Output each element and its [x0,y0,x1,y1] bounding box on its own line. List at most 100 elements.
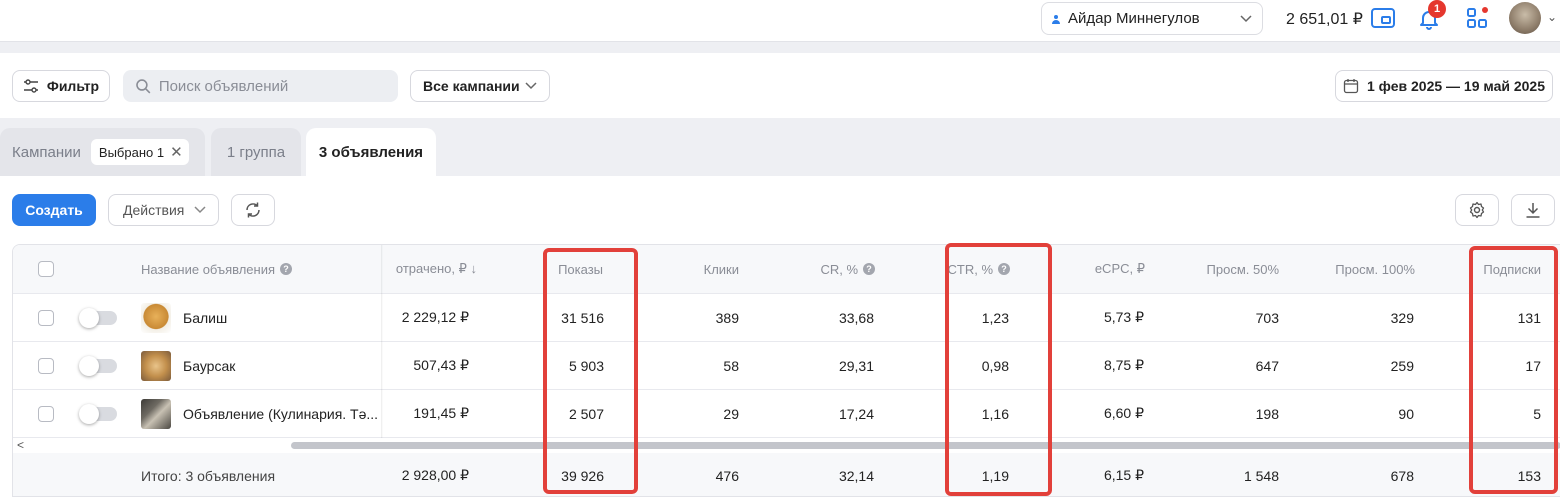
table-header-row: Название объявления? отрачено, ₽ ↓ Показ… [13,245,1560,294]
header-subscriptions[interactable]: Подписки [1443,245,1541,293]
ad-name[interactable]: Объявление (Кулинария. Тә... [183,390,378,437]
selected-chip-label: Выбрано 1 [98,144,165,160]
refresh-button[interactable] [231,194,275,226]
ads-table: Название объявления? отрачено, ₽ ↓ Показ… [12,244,1560,497]
tab-group[interactable]: 1 группа [211,128,301,176]
account-name: Айдар Миннегулов [1068,10,1200,27]
header-name-label: Название объявления [141,261,276,277]
actions-label: Действия [123,202,185,218]
header-cr[interactable]: CR, %? [773,245,875,293]
total-clicks: 476 [715,467,739,484]
calendar-icon [1343,79,1359,94]
cell-views50: 198 [1255,405,1279,422]
person-icon [1052,14,1060,24]
cell-subscriptions: 17 [1525,357,1541,374]
table-row[interactable]: Балиш 2 229,12 ₽ 31 516 389 33,68 1,23 5… [13,294,1560,342]
account-select[interactable]: Айдар Миннегулов [1041,2,1263,35]
cell-ecpc: 6,60 ₽ [1103,405,1144,421]
cell-spent: 507,43 ₽ [413,357,469,373]
cell-cr: 33,68 [838,309,874,326]
header-ctr[interactable]: CTR, %? [908,245,1010,293]
avatar[interactable] [1509,2,1541,34]
sticky-column-shadow [381,245,383,438]
header-ctr-label: CTR, % [947,261,994,277]
table-settings-button[interactable] [1455,194,1499,226]
total-cr: 32,14 [838,467,874,484]
search-input[interactable] [158,77,386,95]
ad-thumbnail [141,351,171,381]
header-views50[interactable]: Просм. 50% [1173,245,1279,293]
cell-ctr: 1,16 [981,405,1009,422]
row-checkbox[interactable] [38,358,54,374]
select-all-checkbox[interactable] [38,261,54,277]
notifications-badge: 1 [1428,0,1446,18]
cell-ecpc: 8,75 ₽ [1103,357,1144,373]
apps-indicator-dot [1482,7,1488,13]
tab-ads-label: 3 объявления [318,143,424,161]
chevron-down-icon [194,206,206,214]
scrollbar-thumb[interactable] [291,442,1560,449]
gear-icon [1469,201,1485,219]
ad-name[interactable]: Баурсак [183,342,235,389]
cell-subscriptions: 131 [1517,309,1541,326]
header-name[interactable]: Название объявления? [141,245,293,293]
tab-campaigns[interactable]: Кампании Выбрано 1 ✕ [0,128,205,176]
ad-thumbnail [141,303,171,333]
cell-spent: 2 229,12 ₽ [401,309,469,325]
help-icon[interactable]: ? [863,263,875,275]
chevron-down-icon[interactable]: ⌄ [1547,10,1557,24]
filter-button[interactable]: Фильтр [12,70,110,102]
header-views100[interactable]: Просм. 100% [1303,245,1415,293]
search-box[interactable] [123,70,398,102]
refresh-icon [246,202,260,218]
campaigns-select-value: Все кампании [423,78,520,94]
total-ctr: 1,19 [981,467,1009,484]
header-clicks[interactable]: Клики [653,245,739,293]
chevron-down-icon [1240,14,1252,22]
total-subscriptions: 153 [1517,467,1541,484]
filter-sliders-icon [23,79,38,93]
cell-clicks: 389 [715,309,739,326]
header-ecpc[interactable]: eCPC, ₽ [1053,245,1145,293]
ad-status-toggle[interactable] [79,356,117,376]
table-total-row: Итого: 3 объявления 2 928,00 ₽ 39 926 47… [13,453,1560,496]
wallet-icon[interactable] [1371,8,1395,28]
tab-ads[interactable]: 3 объявления [306,128,436,176]
header-impressions[interactable]: Показы [513,245,603,293]
cell-cr: 29,31 [838,357,874,374]
actions-button[interactable]: Действия [108,194,219,226]
help-icon[interactable]: ? [280,263,293,275]
table-row[interactable]: Баурсак 507,43 ₽ 5 903 58 29,31 0,98 8,7… [13,342,1560,390]
top-bar: Айдар Миннегулов 2 651,01 ₽ 1 ⌄ [0,0,1560,42]
header-spent[interactable]: отрачено, ₽ ↓ [383,245,477,293]
ads-panel: Создать Действия Название объявления? от… [0,176,1560,497]
date-range-button[interactable]: 1 фев 2025 — 19 май 2025 [1335,70,1553,102]
horizontal-scrollbar[interactable]: < [13,438,1560,453]
campaigns-select[interactable]: Все кампании [410,70,550,102]
total-spent: 2 928,00 ₽ [401,467,469,483]
chevron-down-icon [525,82,537,90]
cell-ecpc: 5,73 ₽ [1103,309,1144,325]
filter-label: Фильтр [46,78,100,94]
ad-name[interactable]: Балиш [183,294,227,341]
download-button[interactable] [1511,194,1555,226]
row-checkbox[interactable] [38,310,54,326]
cell-subscriptions: 5 [1533,405,1541,422]
row-checkbox[interactable] [38,406,54,422]
ad-status-toggle[interactable] [79,404,117,424]
selected-chip: Выбрано 1 ✕ [90,139,189,165]
cell-spent: 191,45 ₽ [413,405,469,421]
close-icon[interactable]: ✕ [170,143,183,161]
ad-thumbnail [141,399,171,429]
help-icon[interactable]: ? [998,263,1010,275]
create-button[interactable]: Создать [12,194,96,226]
scroll-left-arrow-icon[interactable]: < [17,438,24,452]
total-impressions: 39 926 [561,467,604,484]
table-row[interactable]: Объявление (Кулинария. Тә... 191,45 ₽ 2 … [13,390,1560,438]
cell-clicks: 58 [723,357,739,374]
cell-views50: 703 [1255,309,1279,326]
ad-status-toggle[interactable] [79,308,117,328]
total-ecpc: 6,15 ₽ [1103,467,1144,483]
cell-views50: 647 [1255,357,1279,374]
cell-impressions: 5 903 [568,357,604,374]
